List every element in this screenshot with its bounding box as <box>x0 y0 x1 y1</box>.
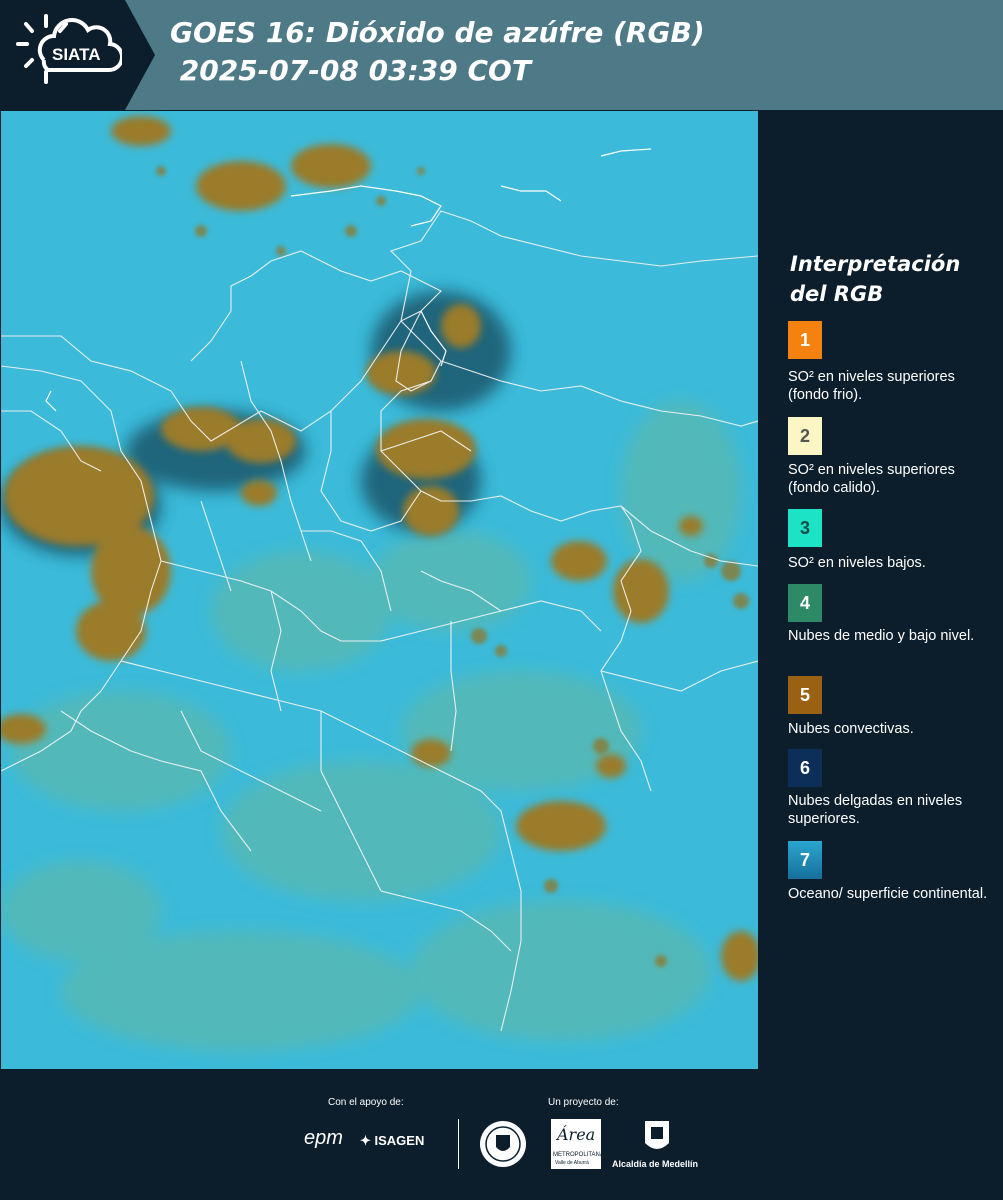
area-metropolitana-logo: Área METROPOLITANA Valle de Aburrá <box>551 1119 604 1169</box>
page-title: GOES 16: Dióxido de azúfre (RGB) 2025-07… <box>170 16 705 87</box>
legend-text-3: SO² en niveles bajos. <box>788 555 926 571</box>
legend-panel: Interpretación del RGB 1 SO² en niveles … <box>762 111 1003 1069</box>
isagen-mark-icon: ✦ <box>360 1133 375 1148</box>
legend-text-7: Oceano/ superficie continental. <box>788 886 988 902</box>
legend-number: 5 <box>799 684 810 705</box>
header-bar: SIATA GOES 16: Dióxido de azúfre (RGB) 2… <box>0 0 1003 110</box>
legend-text-2: SO² en niveles superiores (fondo calido)… <box>788 462 955 496</box>
logo-arrow <box>125 0 155 110</box>
legend-text-1: SO² en niveles superiores (fondo frio). <box>788 369 955 403</box>
footer: Con el apoyo de: Un proyecto de: epm ✦ I… <box>0 1069 1003 1200</box>
legend-number: 1 <box>799 329 810 350</box>
project-label: Un proyecto de: <box>548 1097 619 1108</box>
isagen-logo: ✦ ISAGEN <box>360 1133 424 1149</box>
alcaldia-label: Alcaldía de Medellín <box>612 1159 699 1169</box>
epm-logo-text: epm <box>304 1127 343 1149</box>
alcaldia-shield-icon <box>645 1121 669 1149</box>
satellite-map[interactable] <box>1 111 758 1069</box>
legend-swatch-6: 6 <box>788 749 822 787</box>
legend-number: 7 <box>799 849 810 870</box>
siata-logo-icon: SIATA <box>16 14 122 84</box>
logo-text: SIATA <box>52 45 100 64</box>
legend-text-4: Nubes de medio y bajo nivel. <box>788 628 975 644</box>
legend-swatch-4: 4 <box>788 584 822 622</box>
legend-text-6: Nubes delgadas en niveles superiores. <box>788 793 963 827</box>
legend-title: Interpretación del RGB <box>790 252 961 306</box>
legend-swatch-7: 7 <box>788 841 822 879</box>
area-logo-sub: METROPOLITANA <box>553 1152 604 1158</box>
area-logo-sub2: Valle de Aburrá <box>555 1160 589 1166</box>
isagen-logo-text: ISAGEN <box>374 1133 425 1148</box>
epm-logo: epm <box>304 1127 343 1150</box>
support-label: Con el apoyo de: <box>328 1097 404 1108</box>
medellin-seal-icon <box>480 1121 526 1167</box>
area-logo-text: Área <box>557 1125 596 1144</box>
legend-number: 6 <box>799 757 810 778</box>
legend-swatch-5: 5 <box>788 676 822 714</box>
legend-number: 2 <box>799 425 810 446</box>
satellite-image <box>1 111 758 1069</box>
legend-number: 4 <box>799 592 810 613</box>
legend-swatch-2: 2 <box>788 417 822 455</box>
legend-number: 3 <box>799 517 810 538</box>
footer-divider <box>458 1119 459 1169</box>
legend-swatch-3: 3 <box>788 509 822 547</box>
legend-swatch-1: 1 <box>788 321 822 359</box>
logo-tab: SIATA <box>0 0 125 110</box>
legend-text-5: Nubes convectivas. <box>788 721 914 737</box>
